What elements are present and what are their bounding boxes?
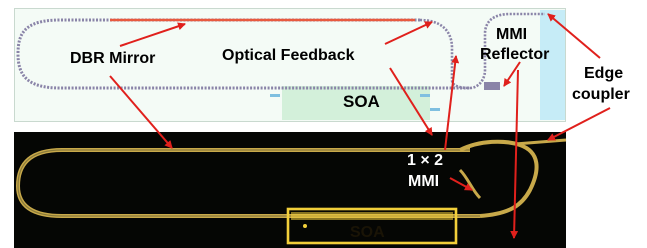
device-figure: DBR Mirror Optical Feedback MMI Reflecto… [0,0,647,248]
alignment-marker [430,108,440,111]
device-drawing [15,10,611,245]
feedback-waveguide-layout [419,18,471,90]
alignment-marker [270,94,280,97]
edge-coupler-label-line1: Edge [584,65,624,82]
mmi-1x2-label-line1: 1 × 2 [407,152,444,169]
arrow-reflector-to-micrograph [510,69,519,239]
dbr-mirror-label: DBR Mirror [70,50,156,67]
mmi-1x2-label-line2: MMI [408,173,440,190]
mmi-block-layout [484,82,500,90]
probe-spot [303,224,307,228]
mmi-reflector-label-line1: MMI [496,26,528,43]
soa-micrograph-label: SOA [350,224,385,241]
arrow-mmi-to-layout [444,55,460,151]
mmi-reflector-label-line2: Reflector [480,46,550,63]
alignment-marker [420,94,430,97]
optical-feedback-label: Optical Feedback [222,47,355,64]
arrow-feedback-to-bend [384,21,433,45]
micrograph-coupler-branch [514,138,567,146]
soa-glow-micrograph [291,212,453,220]
soa-layout-label: SOA [343,92,380,111]
edge-coupler-label-line2: coupler [572,86,630,103]
micrograph-mmi-loop [459,139,539,218]
arrow-dbr-to-layout [119,22,186,47]
